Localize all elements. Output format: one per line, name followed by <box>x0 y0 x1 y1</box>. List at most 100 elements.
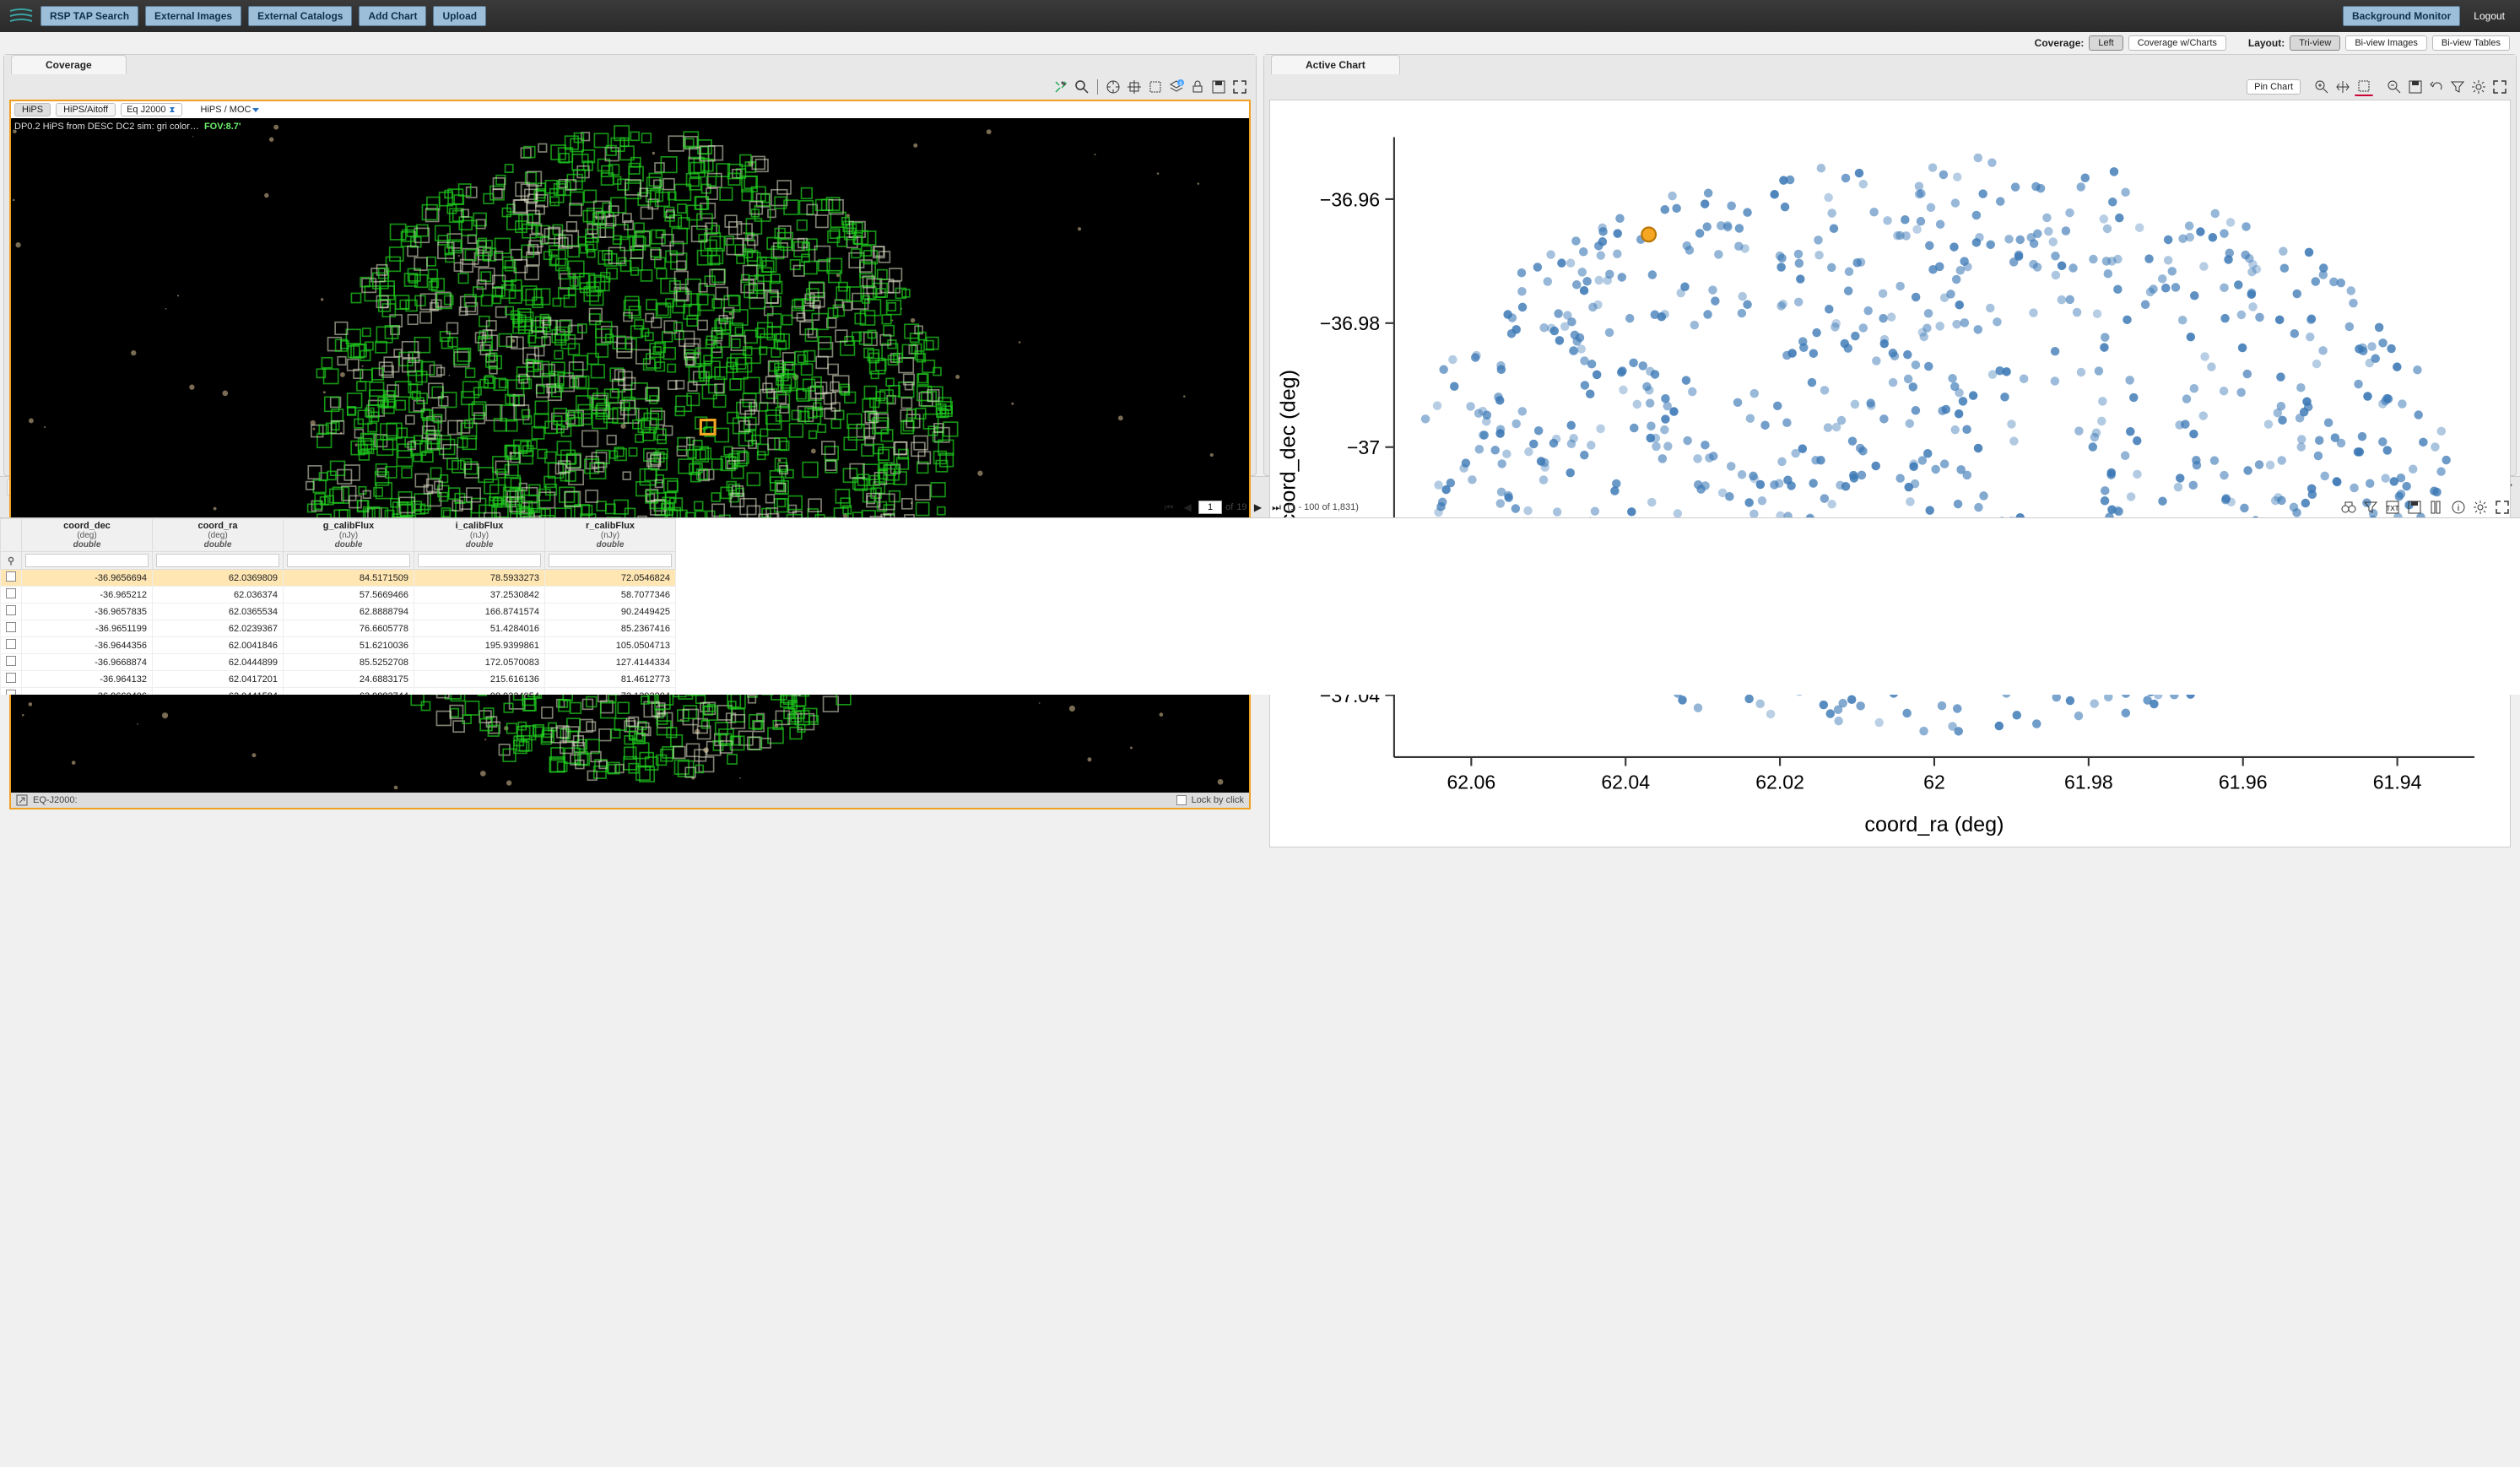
page-input[interactable] <box>1198 501 1222 514</box>
column-filter-input[interactable] <box>418 554 541 567</box>
column-filter-input[interactable] <box>549 554 672 567</box>
cell: 57.5669466 <box>284 587 414 604</box>
row-checkbox[interactable] <box>6 656 16 666</box>
nav-external-catalogs[interactable]: External Catalogs <box>248 6 352 26</box>
column-icon[interactable] <box>2427 498 2446 517</box>
data-grid[interactable]: coord_dec(deg)doublecoord_ra(deg)doubleg… <box>0 517 2520 695</box>
table-row[interactable]: -36.96413262.041720124.6883175215.616136… <box>1 671 676 688</box>
last-page-icon[interactable]: ⏭ <box>1269 500 1284 515</box>
scatter-chart[interactable]: 62.0662.0462.026261.9861.9661.94−36.96−3… <box>1269 100 2511 847</box>
cell: 58.7077346 <box>545 587 676 604</box>
column-filter-input[interactable] <box>156 554 279 567</box>
table-panel: dp02_dc2_catalogs.Object - data.lss…× dp… <box>0 476 2520 695</box>
coverage-wcharts[interactable]: Coverage w/Charts <box>2128 35 2226 51</box>
nav-add-chart[interactable]: Add Chart <box>359 6 426 26</box>
box-select-icon[interactable] <box>2355 78 2373 96</box>
row-checkbox[interactable] <box>6 673 16 683</box>
layout-bi-tables[interactable]: Bi-view Tables <box>2432 35 2510 51</box>
col-header[interactable]: r_calibFlux(nJy)double <box>545 519 676 552</box>
filter-row-icon[interactable]: ⚲ <box>1 552 22 570</box>
zoom-1-1-icon[interactable] <box>2385 78 2404 96</box>
expand-icon[interactable] <box>1230 78 1249 96</box>
frame-select[interactable]: Eq J2000 <box>121 103 181 116</box>
svg-text:i: i <box>2458 504 2459 513</box>
active-chart-tab[interactable]: Active Chart <box>1271 55 1400 74</box>
svg-text:62.02: 62.02 <box>1755 771 1804 793</box>
table-row[interactable]: -36.96521262.03637457.566946637.25308425… <box>1 587 676 604</box>
coverage-tab[interactable]: Coverage <box>11 55 127 74</box>
row-checkbox[interactable] <box>6 605 16 615</box>
zoom-icon[interactable] <box>1073 78 1091 96</box>
pan-icon[interactable] <box>2333 78 2352 96</box>
row-checkbox[interactable] <box>6 588 16 598</box>
table-row[interactable]: -36.964435662.004184651.6210036195.93998… <box>1 637 676 654</box>
coord-readout: EQ-J2000: <box>33 795 78 805</box>
hips-moc-dropdown[interactable]: HiPS / MOC <box>201 105 260 115</box>
column-filter-input[interactable] <box>287 554 410 567</box>
layout-bi-images[interactable]: Bi-view Images <box>2345 35 2427 51</box>
col-header[interactable]: coord_dec(deg)double <box>22 519 153 552</box>
cell: 51.6210036 <box>284 637 414 654</box>
col-header[interactable]: coord_ra(deg)double <box>153 519 284 552</box>
table-filter-icon[interactable] <box>2361 498 2380 517</box>
lock-checkbox[interactable] <box>1176 795 1187 805</box>
table-row[interactable]: -36.965783562.036553462.8888794166.87415… <box>1 604 676 620</box>
cell: 105.0504713 <box>545 637 676 654</box>
table-settings-icon[interactable] <box>2471 498 2490 517</box>
cell: 195.9399861 <box>414 637 545 654</box>
zoom-in-icon[interactable] <box>2312 78 2331 96</box>
center-icon[interactable] <box>1125 78 1144 96</box>
logout-link[interactable]: Logout <box>2467 7 2512 25</box>
expand-table-icon[interactable] <box>2493 498 2512 517</box>
col-header[interactable]: g_calibFlux(nJy)double <box>284 519 414 552</box>
row-checkbox[interactable] <box>6 622 16 632</box>
tools-icon[interactable] <box>1052 78 1070 96</box>
svg-text:coord_ra (deg): coord_ra (deg) <box>1864 813 2004 836</box>
next-page-icon[interactable]: ▶ <box>1251 500 1266 515</box>
binoculars-icon[interactable] <box>2339 498 2358 517</box>
coverage-left[interactable]: Left <box>2089 35 2123 51</box>
image-viewer[interactable]: HiPS HiPS/Aitoff Eq J2000 HiPS / MOC DP0… <box>9 100 1251 809</box>
layout-tri[interactable]: Tri-view <box>2290 35 2340 51</box>
pin-chart-button[interactable]: Pin Chart <box>2247 79 2301 95</box>
background-monitor-button[interactable]: Background Monitor <box>2343 6 2460 26</box>
cell: 166.8741574 <box>414 604 545 620</box>
hips-button[interactable]: HiPS <box>14 103 51 116</box>
row-checkbox[interactable] <box>6 639 16 649</box>
aitoff-button[interactable]: HiPS/Aitoff <box>56 103 116 116</box>
undo-icon[interactable] <box>2427 78 2446 96</box>
popout-icon[interactable] <box>16 794 28 806</box>
save-image-icon[interactable] <box>1209 78 1228 96</box>
nav-external-images[interactable]: External Images <box>145 6 241 26</box>
table-row[interactable]: -36.965669462.036980984.517150978.593327… <box>1 570 676 587</box>
row-checkbox[interactable] <box>6 571 16 582</box>
orient-icon[interactable] <box>1104 78 1122 96</box>
row-checkbox[interactable] <box>6 690 16 695</box>
column-filter-input[interactable] <box>25 554 149 567</box>
expand-chart-icon[interactable] <box>2490 78 2509 96</box>
text-view-icon[interactable]: TXT <box>2383 498 2402 517</box>
lock-icon[interactable] <box>1188 78 1207 96</box>
info-icon[interactable]: i <box>2449 498 2468 517</box>
save-chart-icon[interactable] <box>2406 78 2425 96</box>
cell: 63.9883744 <box>284 688 414 696</box>
select-icon[interactable] <box>1146 78 1165 96</box>
top-nav: RSP TAP Search External Images External … <box>0 0 2520 32</box>
prev-page-icon[interactable]: ◀ <box>1180 500 1195 515</box>
table-row[interactable]: -36.966887462.044489985.5252708172.05700… <box>1 654 676 671</box>
filter-icon[interactable] <box>2448 78 2467 96</box>
col-header[interactable]: i_calibFlux(nJy)double <box>414 519 545 552</box>
first-page-icon[interactable]: ⏮ <box>1161 500 1176 515</box>
save-table-icon[interactable] <box>2405 498 2424 517</box>
table-row[interactable]: -36.965119962.023936776.660577851.428401… <box>1 620 676 637</box>
table-row[interactable]: -36.966040662.044158463.988374498.932495… <box>1 688 676 696</box>
settings-icon[interactable] <box>2469 78 2488 96</box>
coverage-panel: Coverage 8 HiPS HiPS/Aitoff Eq J2000 HiP… <box>3 54 1257 476</box>
cell: -36.9651199 <box>22 620 153 637</box>
view-options-bar: Coverage: Left Coverage w/Charts Layout:… <box>0 32 2520 54</box>
image-toolbar: 8 <box>4 74 1256 100</box>
nav-upload[interactable]: Upload <box>433 6 486 26</box>
layers-icon[interactable]: 8 <box>1167 78 1186 96</box>
nav-tap-search[interactable]: RSP TAP Search <box>41 6 138 26</box>
cell: -36.964132 <box>22 671 153 688</box>
